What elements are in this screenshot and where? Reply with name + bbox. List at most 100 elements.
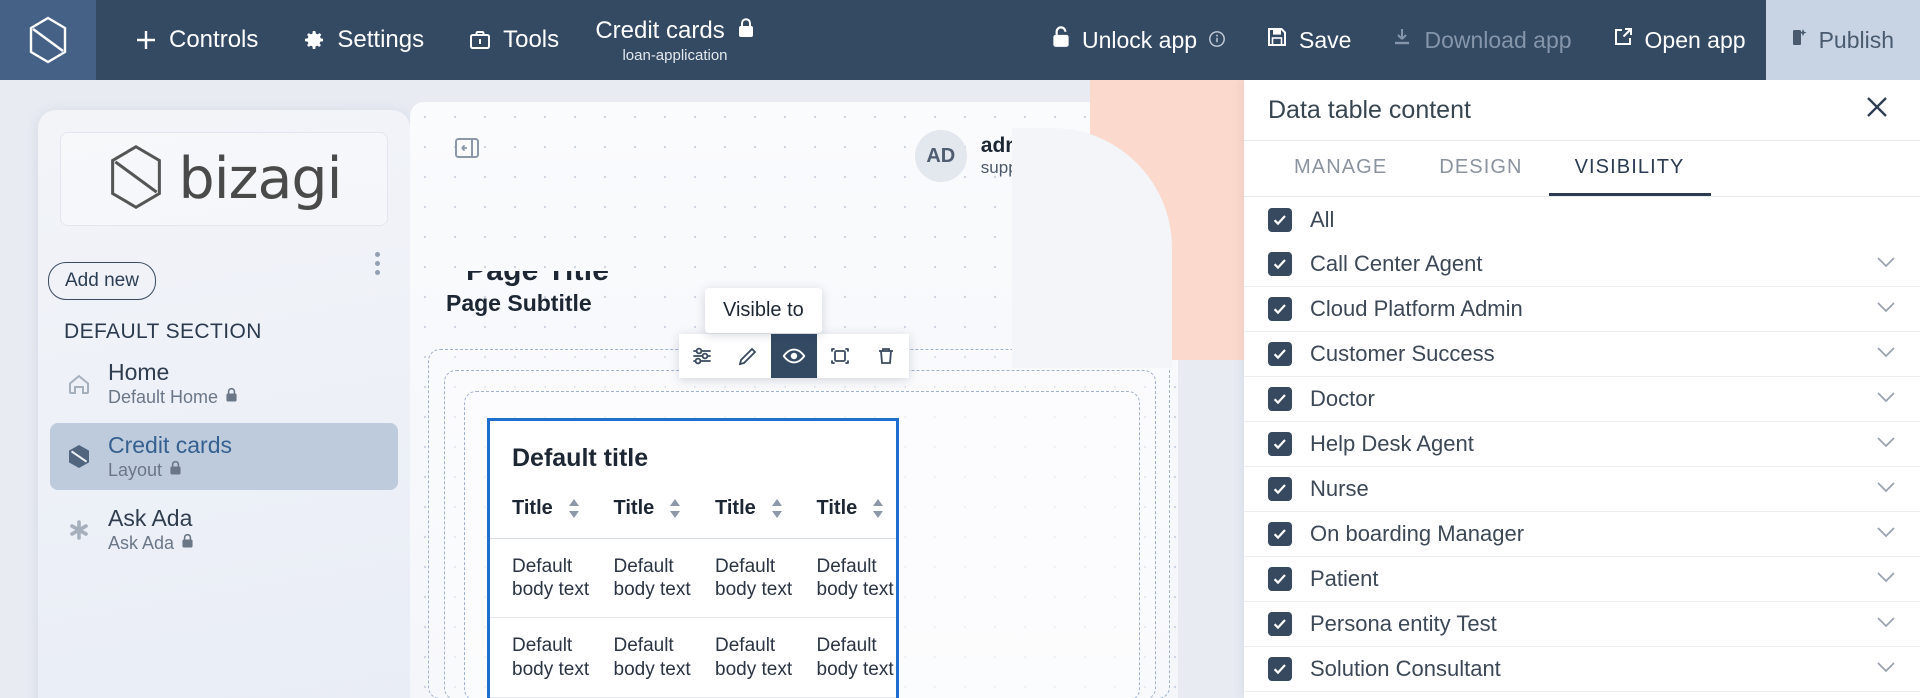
chevron-down-icon[interactable] — [1876, 345, 1896, 363]
tab-design[interactable]: DESIGN — [1413, 141, 1548, 196]
download-app-label: Download app — [1424, 26, 1572, 53]
table-column-header[interactable]: Title — [490, 489, 592, 539]
bizagi-hexagon-logo-icon — [107, 144, 165, 215]
panel-header: Data table content — [1244, 80, 1920, 140]
save-button[interactable]: Save — [1246, 0, 1371, 80]
table-header-row: Title Title Title Title — [490, 489, 896, 539]
list-item[interactable]: Cloud Platform Admin — [1244, 287, 1920, 332]
page-title: Credit cards — [595, 16, 725, 44]
checkbox[interactable] — [1268, 522, 1292, 546]
add-new-button[interactable]: Add new — [48, 262, 156, 300]
sort-arrows-icon[interactable] — [567, 499, 581, 518]
publish-button[interactable]: Publish — [1765, 0, 1920, 80]
page-navigator-sidebar: bizagi Add new DEFAULT SECTION Home Defa… — [38, 110, 410, 698]
sidebar-item-home-label: Home — [108, 359, 170, 385]
checkbox[interactable] — [1268, 252, 1292, 276]
chevron-down-icon[interactable] — [1876, 300, 1896, 318]
publish-label: Publish — [1818, 26, 1894, 53]
checkbox[interactable] — [1268, 567, 1292, 591]
data-table: Title Title Title Title Default body tex… — [490, 489, 896, 698]
sort-arrows-icon[interactable] — [871, 499, 885, 518]
list-item[interactable]: Customer Success — [1244, 332, 1920, 377]
nav-settings-label: Settings — [337, 26, 425, 53]
visibility-button[interactable] — [771, 334, 817, 378]
checkbox[interactable] — [1268, 432, 1292, 456]
table-column-label: Title — [715, 497, 756, 519]
unlock-app-button[interactable]: Unlock app — [1031, 0, 1246, 80]
list-item[interactable]: Help Desk Agent — [1244, 422, 1920, 467]
table-column-label: Title — [512, 497, 553, 519]
widget-float-toolbar — [679, 334, 909, 378]
sort-arrows-icon[interactable] — [668, 499, 682, 518]
tab-manage[interactable]: MANAGE — [1268, 141, 1413, 196]
collapse-panel-icon[interactable] — [454, 135, 480, 166]
checkbox[interactable] — [1268, 297, 1292, 321]
checkbox[interactable] — [1268, 477, 1292, 501]
chevron-down-icon[interactable] — [1876, 660, 1896, 678]
table-cell: Default body text — [591, 538, 693, 619]
properties-button[interactable] — [679, 334, 725, 378]
chevron-down-icon[interactable] — [1876, 390, 1896, 408]
list-item-label: Cloud Platform Admin — [1310, 296, 1523, 321]
checkbox[interactable] — [1268, 387, 1292, 411]
table-row[interactable]: Default body text Default body text Defa… — [490, 617, 896, 698]
info-icon[interactable] — [1208, 27, 1226, 54]
checkbox[interactable] — [1268, 612, 1292, 636]
list-item[interactable]: Persona entity Test — [1244, 602, 1920, 647]
list-item[interactable]: Solution Consultant — [1244, 647, 1920, 692]
sidebar-item-home[interactable]: Home Default Home — [50, 350, 398, 417]
avatar: AD — [914, 130, 967, 182]
list-item[interactable]: Patient — [1244, 557, 1920, 602]
visibility-list: All Call Center Agent Cloud Platform Adm… — [1244, 196, 1920, 692]
list-item[interactable]: Nurse — [1244, 467, 1920, 512]
more-vertical-icon[interactable] — [365, 244, 390, 283]
list-item[interactable]: On boarding Manager — [1244, 512, 1920, 557]
list-item[interactable]: Doctor — [1244, 377, 1920, 422]
checkbox-all[interactable] — [1268, 207, 1292, 232]
close-icon[interactable] — [1864, 94, 1890, 126]
checkbox[interactable] — [1268, 657, 1292, 681]
list-item-label: Solution Consultant — [1310, 656, 1501, 681]
tab-visibility[interactable]: VISIBILITY — [1548, 141, 1711, 196]
chevron-down-icon[interactable] — [1876, 435, 1896, 453]
checkbox[interactable] — [1268, 342, 1292, 366]
download-app-button[interactable]: Download app — [1371, 0, 1591, 80]
list-item-label: Doctor — [1310, 386, 1375, 411]
top-actions: Unlock app Save Download app Open app Pu… — [1031, 0, 1920, 80]
table-cell: Default body text — [490, 538, 592, 619]
sort-arrows-icon[interactable] — [770, 499, 784, 518]
sidebar-item-credit-cards[interactable]: Credit cards Layout — [50, 423, 398, 490]
chevron-down-icon[interactable] — [1876, 480, 1896, 498]
section-label: DEFAULT SECTION — [64, 320, 262, 343]
data-table-widget[interactable]: Default title Title Title Title Title De… — [487, 418, 899, 698]
list-item[interactable]: Call Center Agent — [1244, 242, 1920, 287]
chevron-down-icon[interactable] — [1876, 570, 1896, 588]
list-item[interactable]: All — [1244, 197, 1920, 242]
canvas-page-title: Page Title — [466, 254, 610, 287]
table-row[interactable]: Default body text Default body text Defa… — [490, 538, 896, 619]
nav-controls-button[interactable]: Controls — [116, 16, 276, 64]
table-cell: Default body text — [693, 538, 795, 619]
table-column-header[interactable]: Title — [693, 489, 795, 539]
chevron-down-icon[interactable] — [1876, 615, 1896, 633]
table-cell: Default body text — [591, 617, 693, 698]
table-column-header[interactable]: Title — [794, 489, 896, 539]
panel-title: Data table content — [1268, 95, 1471, 124]
chevron-down-icon[interactable] — [1876, 525, 1896, 543]
nav-settings-button[interactable]: Settings — [284, 16, 442, 64]
open-app-label: Open app — [1644, 26, 1746, 53]
table-column-header[interactable]: Title — [591, 489, 693, 539]
table-cell: Default body text — [794, 538, 896, 619]
chevron-down-icon[interactable] — [1876, 255, 1896, 273]
delete-button[interactable] — [863, 334, 909, 378]
bizagi-hexagon-logo-icon[interactable] — [0, 0, 96, 80]
top-nav: Controls Settings Tools — [96, 0, 577, 80]
edit-button[interactable] — [725, 334, 771, 378]
open-app-button[interactable]: Open app — [1592, 0, 1766, 80]
sidebar-item-ask-ada[interactable]: Ask Ada Ask Ada — [50, 496, 398, 563]
table-cell: Default body text — [794, 617, 896, 698]
duplicate-button[interactable] — [817, 334, 863, 378]
unlock-app-label: Unlock app — [1081, 26, 1198, 53]
sidebar-item-ask-ada-label: Ask Ada — [108, 505, 193, 531]
sidebar-item-ask-ada-sublabel: Ask Ada — [108, 533, 175, 553]
